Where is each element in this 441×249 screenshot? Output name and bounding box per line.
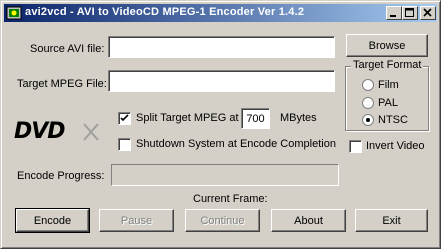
shutdown-label: Shutdown System at Encode Completion (136, 138, 336, 150)
close-button[interactable] (420, 6, 436, 20)
split-checkbox[interactable] (118, 112, 131, 125)
title-bar[interactable]: avi2vcd - AVI to VideoCD MPEG-1 Encoder … (4, 4, 437, 22)
x-mark-icon (83, 123, 99, 141)
source-avi-input[interactable] (108, 36, 335, 58)
radio-pal-label: PAL (378, 97, 398, 109)
app-icon (6, 6, 22, 20)
target-mpeg-input[interactable] (108, 70, 335, 92)
exit-button[interactable]: Exit (355, 209, 428, 232)
maximize-button[interactable] (402, 6, 418, 20)
window-title: avi2vcd - AVI to VideoCD MPEG-1 Encoder … (25, 6, 305, 18)
close-icon (423, 8, 432, 17)
continue-button[interactable]: Continue (185, 209, 260, 232)
invert-video-label: Invert Video (366, 140, 425, 152)
maximize-icon (405, 8, 414, 17)
target-mpeg-label: Target MPEG File: (17, 78, 107, 90)
radio-ntsc-label: NTSC (378, 114, 408, 126)
minimize-button[interactable] (386, 6, 402, 20)
encode-button[interactable]: Encode (15, 208, 90, 233)
radio-pal[interactable] (362, 97, 374, 109)
pause-button[interactable]: Pause (99, 209, 174, 232)
split-size-input[interactable] (241, 108, 270, 129)
browse-button[interactable]: Browse (346, 34, 428, 57)
main-window: avi2vcd - AVI to VideoCD MPEG-1 Encoder … (0, 0, 441, 249)
checkmark-icon (120, 114, 129, 122)
split-unit-label: MBytes (280, 112, 317, 124)
source-avi-label: Source AVI file: (30, 43, 105, 55)
encode-progress-bar (111, 164, 339, 186)
dvd-logo-text: DVD (14, 119, 66, 144)
invert-video-checkbox[interactable] (349, 140, 362, 153)
radio-film-label: Film (378, 79, 399, 91)
radio-ntsc[interactable] (362, 114, 374, 126)
radio-film[interactable] (362, 79, 374, 91)
shutdown-checkbox[interactable] (118, 138, 131, 151)
about-button[interactable]: About (271, 209, 346, 232)
split-label: Split Target MPEG at (136, 112, 239, 124)
current-frame-label: Current Frame: (193, 193, 268, 205)
encode-progress-label: Encode Progress: (17, 170, 105, 182)
target-format-title: Target Format (351, 59, 424, 71)
minimize-icon (390, 15, 396, 17)
dvd-logo: DVD (14, 119, 109, 145)
